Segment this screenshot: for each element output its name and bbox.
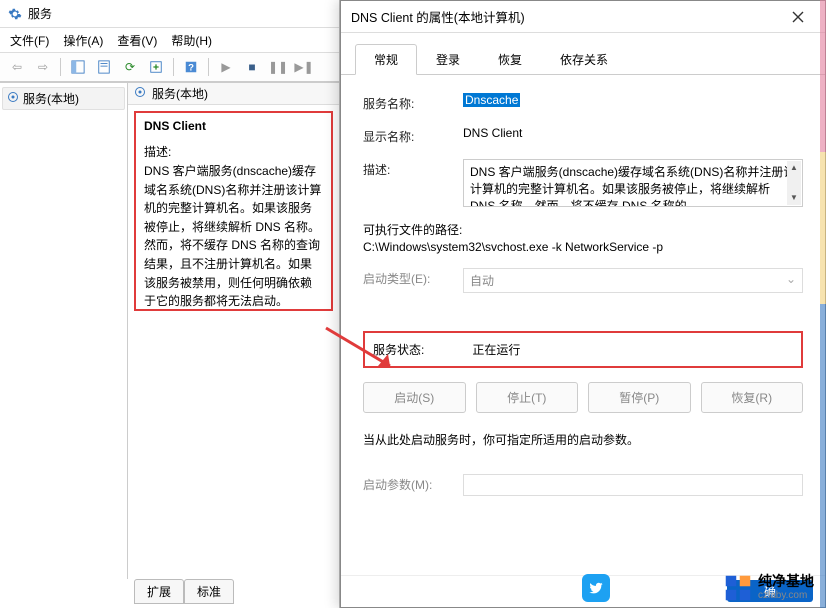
description-label: 描述: (144, 143, 323, 160)
tab-general[interactable]: 常规 (355, 44, 417, 75)
dialog-title: DNS Client 的属性(本地计算机) (351, 7, 781, 26)
label-startup-type: 启动类型(E): (363, 268, 463, 287)
services-title: 服务 (28, 5, 52, 22)
tree-pane: 服务(本地) (0, 83, 128, 579)
value-exe-path: C:\Windows\system32\svchost.exe -k Netwo… (363, 240, 803, 254)
dialog-titlebar: DNS Client 的属性(本地计算机) (341, 1, 825, 33)
menubar: 文件(F) 操作(A) 查看(V) 帮助(H) (0, 28, 339, 52)
row-service-name: 服务名称: Dnscache (363, 93, 803, 112)
tree-root-item[interactable]: 服务(本地) (2, 87, 125, 110)
menu-view[interactable]: 查看(V) (117, 32, 157, 49)
pause-icon[interactable]: ❚❚ (267, 56, 289, 78)
gear-icon (134, 86, 146, 101)
separator (208, 58, 209, 76)
tab-logon[interactable]: 登录 (417, 44, 479, 75)
separator (173, 58, 174, 76)
close-button[interactable] (781, 5, 815, 29)
show-hide-tree-icon[interactable] (67, 56, 89, 78)
close-icon (792, 11, 804, 23)
svg-text:?: ? (188, 63, 194, 74)
control-buttons: 启动(S) 停止(T) 暂停(P) 恢复(R) (363, 382, 803, 413)
value-service-name: Dnscache (463, 93, 803, 107)
watermark: 纯净基地 czlaby.com (724, 573, 814, 602)
chevron-down-icon: ⌄ (786, 272, 796, 289)
tab-recovery[interactable]: 恢复 (479, 44, 541, 75)
site-logo-icon (724, 574, 752, 602)
services-titlebar: 服务 (0, 0, 339, 28)
resume-button[interactable]: 恢复(R) (701, 382, 804, 413)
label-start-params: 启动参数(M): (363, 474, 463, 493)
services-window: 服务 文件(F) 操作(A) 查看(V) 帮助(H) ⇦ ⇨ ⟳ ? ▶ ■ ❚… (0, 0, 340, 608)
pause-button[interactable]: 暂停(P) (588, 382, 691, 413)
startup-type-value: 自动 (470, 272, 494, 289)
stop-button[interactable]: 停止(T) (476, 382, 579, 413)
stop-icon[interactable]: ■ (241, 56, 263, 78)
tab-standard[interactable]: 标准 (184, 579, 234, 604)
value-service-status: 正在运行 (472, 343, 520, 357)
label-service-name: 服务名称: (363, 93, 463, 112)
dialog-content: 服务名称: Dnscache 显示名称: DNS Client 描述: DNS … (341, 75, 825, 520)
row-service-status: 服务状态: 正在运行 (363, 331, 803, 368)
label-description: 描述: (363, 159, 463, 178)
main-pane-header: 服务(本地) (128, 83, 339, 105)
scroll-up-icon[interactable]: ▲ (787, 161, 801, 175)
description-textbox[interactable]: DNS 客户端服务(dnscache)缓存域名系统(DNS)名称并注册该计算机的… (463, 159, 803, 207)
properties-icon[interactable] (93, 56, 115, 78)
gear-icon (8, 7, 22, 21)
view-tabs: 扩展 标准 (134, 579, 234, 604)
tab-extended[interactable]: 扩展 (134, 579, 184, 604)
restart-icon[interactable]: ▶❚ (293, 56, 315, 78)
site-url: czlaby.com (758, 590, 814, 602)
description-value: DNS 客户端服务(dnscache)缓存域名系统(DNS)名称并注册该计算机的… (470, 165, 795, 207)
site-text: 纯净基地 czlaby.com (758, 573, 814, 602)
desktop-edge (820, 0, 826, 608)
help-icon[interactable]: ? (180, 56, 202, 78)
scrollbar[interactable]: ▲ ▼ (787, 161, 801, 205)
site-name: 纯净基地 (758, 573, 814, 590)
row-exe-path: 可执行文件的路径: C:\Windows\system32\svchost.ex… (363, 221, 803, 254)
separator (60, 58, 61, 76)
value-display-name: DNS Client (463, 126, 803, 140)
back-arrow-icon[interactable]: ⇦ (6, 56, 28, 78)
menu-file[interactable]: 文件(F) (10, 32, 49, 49)
row-startup-type: 启动类型(E): 自动 ⌄ (363, 268, 803, 293)
row-start-params: 启动参数(M): (363, 474, 803, 496)
scroll-down-icon[interactable]: ▼ (787, 191, 801, 205)
row-display-name: 显示名称: DNS Client (363, 126, 803, 145)
label-display-name: 显示名称: (363, 126, 463, 145)
dialog-tabs: 常规 登录 恢复 依存关系 (341, 33, 825, 75)
row-description: 描述: DNS 客户端服务(dnscache)缓存域名系统(DNS)名称并注册该… (363, 159, 803, 207)
label-service-status: 服务状态: (373, 341, 469, 358)
service-name-text[interactable]: Dnscache (463, 93, 520, 107)
startup-type-select[interactable]: 自动 ⌄ (463, 268, 803, 293)
export-icon[interactable] (145, 56, 167, 78)
play-icon[interactable]: ▶ (215, 56, 237, 78)
menu-action[interactable]: 操作(A) (63, 32, 103, 49)
description-text: DNS 客户端服务(dnscache)缓存域名系统(DNS)名称并注册该计算机的… (144, 162, 323, 311)
selected-service-name: DNS Client (144, 119, 323, 133)
start-params-input[interactable] (463, 474, 803, 496)
label-exe-path: 可执行文件的路径: (363, 221, 803, 238)
tree-root-label: 服务(本地) (23, 90, 79, 107)
description-panel: DNS Client 描述: DNS 客户端服务(dnscache)缓存域名系统… (134, 111, 333, 311)
main-pane: 服务(本地) DNS Client 描述: DNS 客户端服务(dnscache… (128, 83, 339, 579)
main-pane-title: 服务(本地) (152, 85, 208, 102)
refresh-icon[interactable]: ⟳ (119, 56, 141, 78)
toolbar: ⇦ ⇨ ⟳ ? ▶ ■ ❚❚ ▶❚ (0, 52, 339, 82)
tab-dependencies[interactable]: 依存关系 (541, 44, 627, 75)
forward-arrow-icon[interactable]: ⇨ (32, 56, 54, 78)
properties-dialog: DNS Client 的属性(本地计算机) 常规 登录 恢复 依存关系 服务名称… (340, 0, 826, 608)
services-body: 服务(本地) 服务(本地) DNS Client 描述: DNS 客户端服务(d… (0, 82, 339, 579)
menu-help[interactable]: 帮助(H) (171, 32, 212, 49)
startup-note: 当从此处启动服务时，你可指定所适用的启动参数。 (363, 431, 803, 448)
twitter-icon (582, 574, 610, 602)
gear-icon (7, 91, 19, 106)
start-button[interactable]: 启动(S) (363, 382, 466, 413)
